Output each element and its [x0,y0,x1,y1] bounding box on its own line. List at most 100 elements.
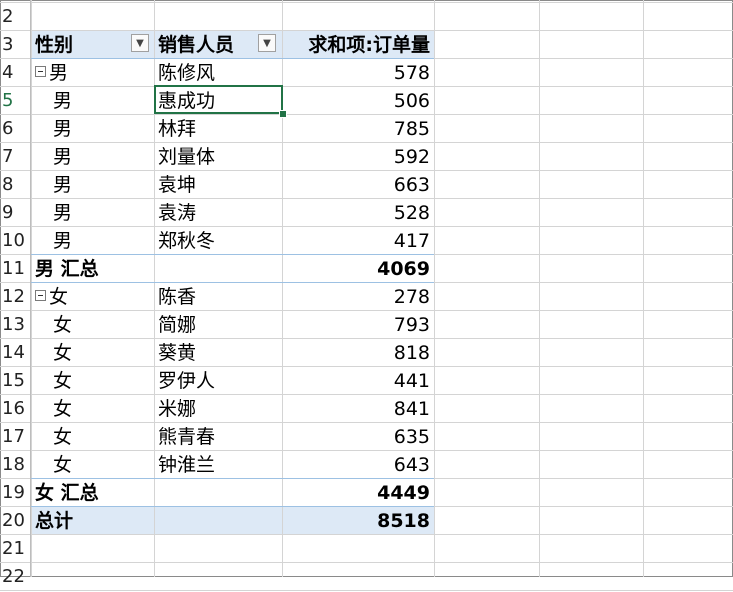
row-number[interactable]: 4 [0,58,30,86]
grand-total-label-cell[interactable]: 总计 [31,506,154,534]
gender-group-label: 女 [49,286,69,308]
row-number[interactable]: 9 [0,198,30,226]
gender-cell[interactable]: 男 [31,114,154,142]
row-number[interactable]: 18 [0,450,30,478]
gender-group-label: 男 [49,62,69,84]
row-number[interactable]: 3 [0,30,30,58]
gender-label: 男 [53,230,73,252]
gender-cell[interactable]: 女 [31,422,154,450]
grand-total-value-cell[interactable]: 8518 [282,506,434,534]
salesperson-cell[interactable]: 葵黄 [154,338,282,366]
header-gender-label: 性别 [35,34,74,56]
spreadsheet-grid[interactable]: 2 3 性别 ▼ 销售人员 ▼ 求和项:订单量 4 男陈修风 578 5 男惠成功 506 6 男林拜 785… [0,0,733,591]
collapse-icon[interactable] [35,66,46,77]
row-number[interactable]: 11 [0,254,30,282]
row-number[interactable]: 5 [0,86,30,114]
order-value-cell[interactable]: 506 [282,86,434,114]
subtotal-label-cell[interactable]: 男 汇总 [31,254,154,282]
row-gridline [0,590,733,591]
order-value-cell[interactable]: 441 [282,366,434,394]
sheet-row: 15 女 罗伊人 441 [0,366,733,394]
empty-cell[interactable] [154,254,282,282]
salesperson-cell[interactable]: 郑秋冬 [154,226,282,254]
sheet-row: 20 总计 8518 [0,506,733,534]
row-number[interactable]: 19 [0,478,30,506]
row-number[interactable]: 7 [0,142,30,170]
gender-label: 女 [53,426,73,448]
salesperson-cell[interactable]: 钟淮兰 [154,450,282,478]
order-value-cell[interactable]: 785 [282,114,434,142]
gender-cell[interactable]: 男 [31,142,154,170]
sheet-row: 13 女 简娜 793 [0,310,733,338]
gender-cell[interactable]: 男 [31,226,154,254]
salesperson-cell[interactable]: 陈香 [154,282,282,310]
gender-cell[interactable]: 女 [31,394,154,422]
row-number[interactable]: 21 [0,534,30,562]
gender-cell[interactable]: 男 [31,58,154,86]
salesperson-cell[interactable]: 米娜 [154,394,282,422]
header-order-sum[interactable]: 求和项:订单量 [282,30,434,58]
order-value-cell[interactable]: 578 [282,58,434,86]
sheet-row: 19 女 汇总 4449 [0,478,733,506]
order-value-cell[interactable]: 635 [282,422,434,450]
order-value-cell[interactable]: 841 [282,394,434,422]
subtotal-value-cell[interactable]: 4449 [282,478,434,506]
gender-cell[interactable]: 女 [31,450,154,478]
row-number[interactable]: 10 [0,226,30,254]
order-value-cell[interactable]: 663 [282,170,434,198]
sheet-row: 17 女 熊青春 635 [0,422,733,450]
salesperson-cell[interactable]: 林拜 [154,114,282,142]
sheet-row: 11 男 汇总 4069 [0,254,733,282]
gender-cell[interactable]: 男 [31,198,154,226]
gender-label: 女 [53,398,73,420]
row-number[interactable]: 15 [0,366,30,394]
row-number[interactable]: 22 [0,562,30,590]
gender-filter-dropdown-icon[interactable]: ▼ [131,34,149,52]
row-number[interactable]: 14 [0,338,30,366]
salesperson-filter-dropdown-icon[interactable]: ▼ [258,34,276,52]
salesperson-cell[interactable]: 陈修风 [154,58,282,86]
gender-label: 男 [53,90,73,112]
order-value-cell[interactable]: 278 [282,282,434,310]
row-number[interactable]: 12 [0,282,30,310]
salesperson-cell[interactable]: 刘量体 [154,142,282,170]
row-number[interactable]: 6 [0,114,30,142]
sheet-row: 2 [0,2,733,30]
sheet-row: 9 男 袁涛 528 [0,198,733,226]
row-number[interactable]: 20 [0,506,30,534]
gender-cell[interactable]: 女 [31,282,154,310]
order-value-cell[interactable]: 643 [282,450,434,478]
sheet-row: 21 [0,534,733,562]
salesperson-cell[interactable]: 袁涛 [154,198,282,226]
subtotal-label-cell[interactable]: 女 汇总 [31,478,154,506]
row-number[interactable]: 13 [0,310,30,338]
order-value-cell[interactable]: 528 [282,198,434,226]
gender-cell[interactable]: 男 [31,170,154,198]
sheet-row: 6 男 林拜 785 [0,114,733,142]
order-value-cell[interactable]: 793 [282,310,434,338]
sheet-row: 4 男 陈修风 578 [0,58,733,86]
row-number[interactable]: 8 [0,170,30,198]
collapse-icon[interactable] [35,290,46,301]
row-number[interactable]: 2 [0,2,30,30]
gender-label: 男 [53,202,73,224]
row-number[interactable]: 17 [0,422,30,450]
order-value-cell[interactable]: 417 [282,226,434,254]
gender-cell[interactable]: 女 [31,338,154,366]
empty-cell[interactable] [154,506,282,534]
gender-cell[interactable]: 男 [31,86,154,114]
salesperson-cell[interactable]: 罗伊人 [154,366,282,394]
gender-cell[interactable]: 女 [31,310,154,338]
subtotal-value-cell[interactable]: 4069 [282,254,434,282]
empty-cell[interactable] [154,478,282,506]
salesperson-cell[interactable]: 熊青春 [154,422,282,450]
salesperson-cell[interactable]: 简娜 [154,310,282,338]
header-salesperson-label: 销售人员 [158,34,235,56]
salesperson-cell[interactable]: 袁坤 [154,170,282,198]
order-value-cell[interactable]: 592 [282,142,434,170]
order-value-cell[interactable]: 818 [282,338,434,366]
row-number[interactable]: 16 [0,394,30,422]
sheet-row: 12 女 陈香 278 [0,282,733,310]
sheet-row: 5 男惠成功 506 [0,86,733,114]
gender-cell[interactable]: 女 [31,366,154,394]
